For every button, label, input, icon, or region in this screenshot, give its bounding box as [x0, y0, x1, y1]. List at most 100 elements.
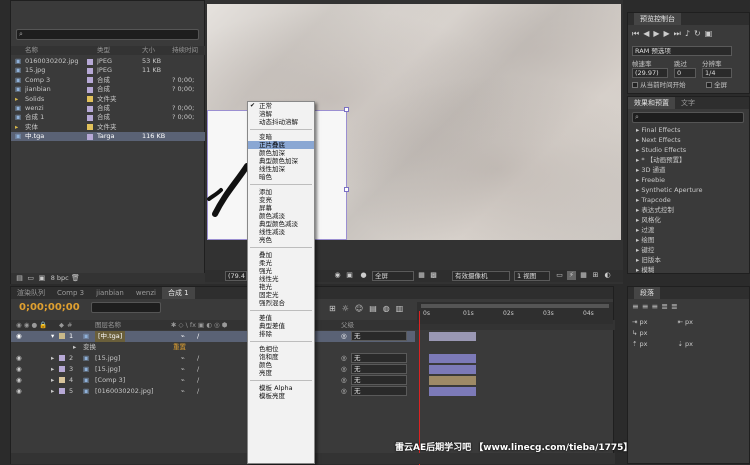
label-color-swatch[interactable] [87, 105, 93, 112]
quality-icon[interactable]: / [197, 331, 199, 342]
resolution-select[interactable]: 1/4 [702, 68, 732, 78]
audio-icon[interactable]: ♪ [685, 29, 694, 38]
layer-row[interactable]: ◉ ▸ 4 ▣ [Comp 3] ⌁ / ◎ 无 [11, 375, 415, 386]
parent-select[interactable]: 无 [351, 364, 407, 374]
project-item[interactable]: ▣ jianbian 合成 ? 0;00; [11, 85, 206, 94]
work-area-bar[interactable] [421, 304, 609, 308]
effects-category[interactable]: ▸ Next Effects [628, 135, 746, 145]
project-item[interactable]: ▣ 合成 1 合成 ? 0;00; [11, 113, 206, 122]
flowchart-icon[interactable]: ⊞ [591, 271, 600, 280]
parent-select[interactable]: 无 [351, 375, 407, 385]
shy-icon[interactable]: ☺ [355, 304, 369, 313]
quality-icon[interactable]: / [197, 364, 199, 375]
layer-duration-bar[interactable] [429, 387, 476, 396]
indent-left-unit[interactable]: px [640, 318, 648, 326]
label-color-swatch[interactable] [87, 86, 93, 93]
layer-row[interactable]: ◉ ▸ 2 ▣ [15.jpg] ⌁ / ◎ 无 [11, 353, 415, 364]
effects-category[interactable]: ▸ Synthetic Aperture [628, 185, 746, 195]
visibility-eye-icon[interactable]: ◉ [16, 386, 22, 397]
layer-duration-bar[interactable] [429, 365, 476, 374]
label-color-swatch[interactable] [87, 67, 93, 74]
blend-mode-item[interactable]: 变暗 [248, 133, 314, 141]
blend-mode-item[interactable]: 变亮 [248, 196, 314, 204]
expand-twirl-icon[interactable]: ▸ [51, 353, 54, 364]
parent-select[interactable]: 无 [351, 386, 407, 396]
justify-all-icon[interactable]: ≣ [671, 302, 681, 311]
timeline-tab[interactable]: 渲染队列 [11, 287, 51, 299]
time-ruler[interactable]: 0s 01s 02s 03s 04s [417, 302, 613, 324]
blend-mode-item[interactable]: 差值 [248, 314, 314, 322]
timeline-tab[interactable]: 合成 1 [161, 287, 195, 299]
new-comp-icon[interactable]: ▣ [37, 274, 46, 283]
blend-mode-item[interactable]: 色相位 [248, 345, 314, 353]
effects-category[interactable]: ▸ 旧版本 [628, 255, 746, 265]
label-color-swatch[interactable] [87, 133, 93, 140]
parent-pickwhip-icon[interactable]: ◎ [341, 353, 347, 364]
layer-label-color[interactable] [59, 377, 65, 383]
resolution-select[interactable]: 全屏 [372, 271, 414, 281]
effects-category[interactable]: ▸ Trapcode [628, 195, 746, 205]
parent-pickwhip-icon[interactable]: ◎ [341, 375, 347, 386]
layer-name[interactable]: [15.jpg] [95, 353, 120, 364]
effects-category[interactable]: ▸ Studio Effects [628, 145, 746, 155]
tab-paragraph[interactable]: 段落 [634, 287, 660, 299]
blend-mode-item[interactable]: 颜色加深 [248, 149, 314, 157]
col-size[interactable]: 大小 [142, 46, 155, 55]
frame-blending-icon[interactable]: ▤ [369, 304, 383, 313]
layer-duration-bar[interactable] [429, 376, 476, 385]
blend-mode-item[interactable]: 溶解 [248, 110, 314, 118]
project-item[interactable]: ▸ Solids 文件夹 [11, 95, 206, 104]
visibility-eye-icon[interactable]: ◉ [16, 331, 22, 342]
effects-category[interactable]: ▸ Final Effects [628, 125, 746, 135]
blend-mode-item[interactable]: 屏幕 [248, 204, 314, 212]
camera-select[interactable]: 有效摄像机 [452, 271, 510, 281]
label-color-swatch[interactable] [87, 96, 93, 103]
layer-row[interactable]: ◉ ▸ 3 ▣ [15.jpg] ⌁ / ◎ 无 [11, 364, 415, 375]
blend-mode-item[interactable]: 颜色 [248, 361, 314, 369]
align-center-icon[interactable]: ≡ [642, 302, 652, 311]
view-layout-select[interactable]: 1 视图 [514, 271, 550, 281]
blend-mode-item[interactable]: 正片叠底 [248, 141, 314, 149]
parent-pickwhip-icon[interactable]: ◎ [341, 386, 347, 397]
align-right-icon[interactable]: ≡ [651, 302, 661, 311]
show-snapshot-icon[interactable]: ▣ [345, 271, 354, 280]
exposure-icon[interactable]: ◐ [603, 271, 612, 280]
quality-icon[interactable]: / [197, 386, 199, 397]
play-icon[interactable]: ▶ [653, 29, 663, 38]
effects-category[interactable]: ▸ 绘图 [628, 235, 746, 245]
blend-mode-item[interactable]: 亮度 [248, 369, 314, 377]
switch-icon[interactable]: ⌁ [181, 353, 185, 364]
layer-duration-bar[interactable] [429, 354, 476, 363]
reset-link[interactable]: 重置 [173, 342, 186, 353]
fps-select[interactable]: (29.97) [632, 68, 668, 78]
quality-icon[interactable]: / [197, 353, 199, 364]
snapshot-icon[interactable]: ◉ [333, 271, 342, 280]
timeline-icon[interactable]: ▦ [579, 271, 588, 280]
parent-pickwhip-icon[interactable]: ◎ [341, 331, 347, 342]
layer-label-color[interactable] [59, 355, 65, 361]
draft-3d-icon[interactable]: ☼ [342, 304, 355, 313]
bpc-button[interactable]: 8 bpc [51, 274, 69, 282]
blend-mode-item[interactable]: 柔光 [248, 259, 314, 267]
timecode-display[interactable]: 0;00;00;00 [19, 302, 80, 313]
col-name[interactable]: 名称 [25, 46, 38, 55]
tab-text[interactable]: 文字 [675, 97, 701, 109]
region-icon[interactable]: ▦ [417, 271, 426, 280]
loop-icon[interactable]: ↻ [694, 29, 705, 38]
fullscreen-checkbox[interactable]: 全屏 [706, 81, 727, 90]
new-folder-icon[interactable]: ▭ [26, 274, 35, 283]
next-frame-icon[interactable]: ▶ [664, 29, 674, 38]
blend-mode-item[interactable]: 排除 [248, 330, 314, 338]
visibility-eye-icon[interactable]: ◉ [16, 375, 22, 386]
project-item[interactable]: ▣ 15.jpg JPEG 11 KB [11, 66, 206, 75]
visibility-eye-icon[interactable]: ◉ [16, 364, 22, 375]
tab-effects-presets[interactable]: 效果和预置 [628, 97, 675, 109]
timeline-tab[interactable]: jianbian [90, 287, 130, 299]
effects-category[interactable]: ▸ Freebie [628, 175, 746, 185]
layer-name[interactable]: [Comp 3] [95, 375, 125, 386]
transparency-grid-icon[interactable]: ▩ [429, 271, 438, 280]
blend-mode-item[interactable]: 强光 [248, 267, 314, 275]
blend-mode-item[interactable]: 模板 Alpha [248, 384, 314, 392]
label-color-swatch[interactable] [87, 124, 93, 131]
blend-mode-item[interactable]: 线性加深 [248, 165, 314, 173]
